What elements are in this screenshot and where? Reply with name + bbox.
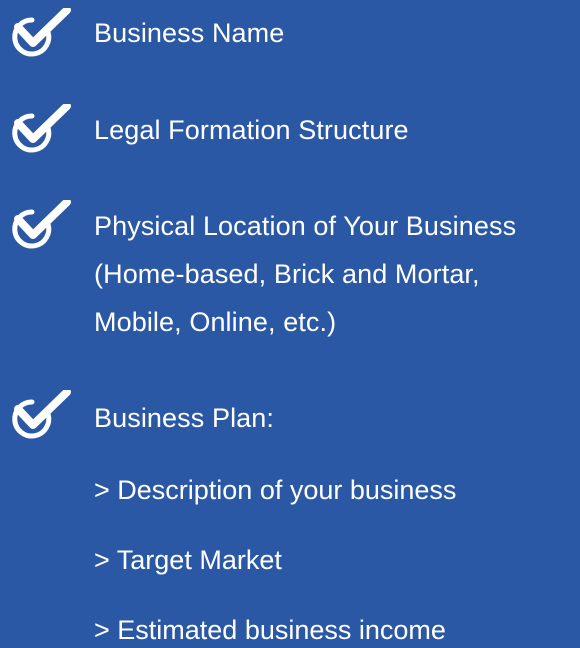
checklist-item-label: Physical Location of Your Business (Home…: [94, 211, 517, 337]
check-circle-icon: [12, 104, 71, 153]
business-plan-subitem: > Description of your business: [94, 475, 457, 505]
checklist-item-label: Business Name: [94, 18, 285, 48]
check-circle-icon: [12, 8, 71, 57]
check-circle-icon: [12, 390, 71, 439]
checklist-item-label: Legal Formation Structure: [94, 115, 409, 145]
check-circle-icon: [12, 200, 71, 249]
checklist-item-label: Business Plan:: [94, 403, 274, 433]
business-plan-subitem: > Target Market: [94, 545, 282, 575]
business-plan-subitem: > Estimated business income: [94, 615, 446, 645]
